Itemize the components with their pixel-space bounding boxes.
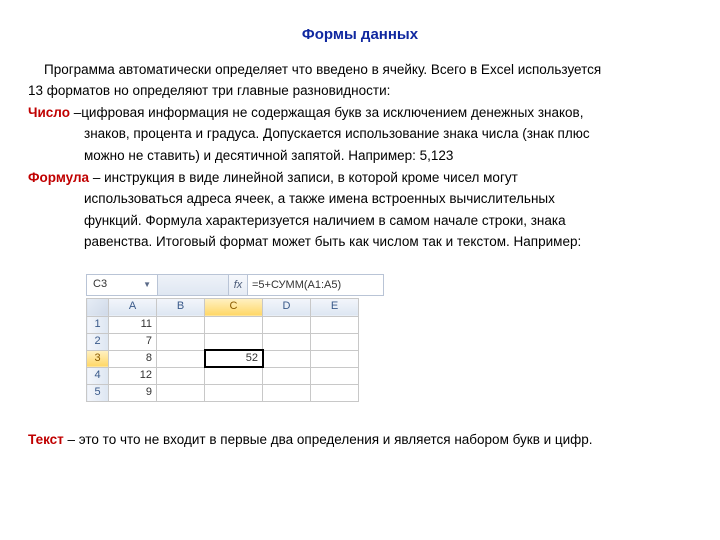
cell-b5[interactable] (157, 384, 205, 401)
cell-a4[interactable]: 12 (109, 367, 157, 384)
cell-b1[interactable] (157, 316, 205, 333)
excel-screenshot: C3 ▼ fx =5+СУММ(A1:A5) A B C D E 1 11 2 … (86, 274, 692, 402)
cell-b3[interactable] (157, 350, 205, 367)
text-text-1: – это то что не входит в первые два опре… (64, 432, 593, 447)
term-text: Текст (28, 432, 64, 447)
formula-text-1: – инструкция в виде линейной записи, в к… (89, 170, 518, 185)
cell-c5[interactable] (205, 384, 263, 401)
row-header-4[interactable]: 4 (87, 367, 109, 384)
cell-d5[interactable] (263, 384, 311, 401)
cell-c2[interactable] (205, 333, 263, 350)
formula-bar-gap (158, 275, 229, 295)
formula-def-line-4: равенства. Итоговый формат может быть ка… (28, 232, 692, 252)
cell-a5[interactable]: 9 (109, 384, 157, 401)
cell-d2[interactable] (263, 333, 311, 350)
cell-c3[interactable]: 52 (205, 350, 263, 367)
select-all-corner[interactable] (87, 298, 109, 316)
col-header-d[interactable]: D (263, 298, 311, 316)
cell-b2[interactable] (157, 333, 205, 350)
page-title: Формы данных (28, 24, 692, 46)
spreadsheet-grid: A B C D E 1 11 2 7 3 8 52 (86, 298, 359, 402)
cell-e4[interactable] (311, 367, 359, 384)
formula-def-line-3: функций. Формула характеризуется наличие… (28, 211, 692, 231)
cell-d3[interactable] (263, 350, 311, 367)
fx-icon[interactable]: fx (229, 275, 248, 295)
dropdown-icon[interactable]: ▼ (143, 279, 151, 291)
col-header-e[interactable]: E (311, 298, 359, 316)
term-formula: Формула (28, 170, 89, 185)
number-def-line-2: знаков, процента и градуса. Допускается … (28, 124, 692, 144)
formula-def-line-2: использоваться адреса ячеек, а также име… (28, 189, 692, 209)
cell-c1[interactable] (205, 316, 263, 333)
formula-bar: C3 ▼ fx =5+СУММ(A1:A5) (86, 274, 384, 296)
number-def-line-3: можно не ставить) и десятичной запятой. … (28, 146, 692, 166)
col-header-a[interactable]: A (109, 298, 157, 316)
name-box[interactable]: C3 ▼ (87, 275, 158, 295)
row-header-2[interactable]: 2 (87, 333, 109, 350)
cell-d4[interactable] (263, 367, 311, 384)
intro-line-2: 13 форматов но определяют три главные ра… (28, 81, 692, 101)
row-header-3[interactable]: 3 (87, 350, 109, 367)
number-def-line-1: Число –цифровая информация не содержащая… (28, 103, 692, 123)
col-header-c[interactable]: C (205, 298, 263, 316)
name-box-value: C3 (93, 277, 107, 293)
intro-line-1: Программа автоматически определяет что в… (28, 60, 692, 80)
cell-a2[interactable]: 7 (109, 333, 157, 350)
cell-e1[interactable] (311, 316, 359, 333)
cell-a1[interactable]: 11 (109, 316, 157, 333)
text-def-line-1: Текст – это то что не входит в первые дв… (28, 430, 692, 450)
term-number: Число (28, 105, 70, 120)
cell-c4[interactable] (205, 367, 263, 384)
cell-e2[interactable] (311, 333, 359, 350)
formula-input[interactable]: =5+СУММ(A1:A5) (248, 275, 383, 295)
row-header-1[interactable]: 1 (87, 316, 109, 333)
cell-a3[interactable]: 8 (109, 350, 157, 367)
cell-e3[interactable] (311, 350, 359, 367)
cell-b4[interactable] (157, 367, 205, 384)
col-header-b[interactable]: B (157, 298, 205, 316)
number-text-1: –цифровая информация не содержащая букв … (70, 105, 584, 120)
row-header-5[interactable]: 5 (87, 384, 109, 401)
formula-def-line-1: Формула – инструкция в виде линейной зап… (28, 168, 692, 188)
cell-d1[interactable] (263, 316, 311, 333)
cell-e5[interactable] (311, 384, 359, 401)
